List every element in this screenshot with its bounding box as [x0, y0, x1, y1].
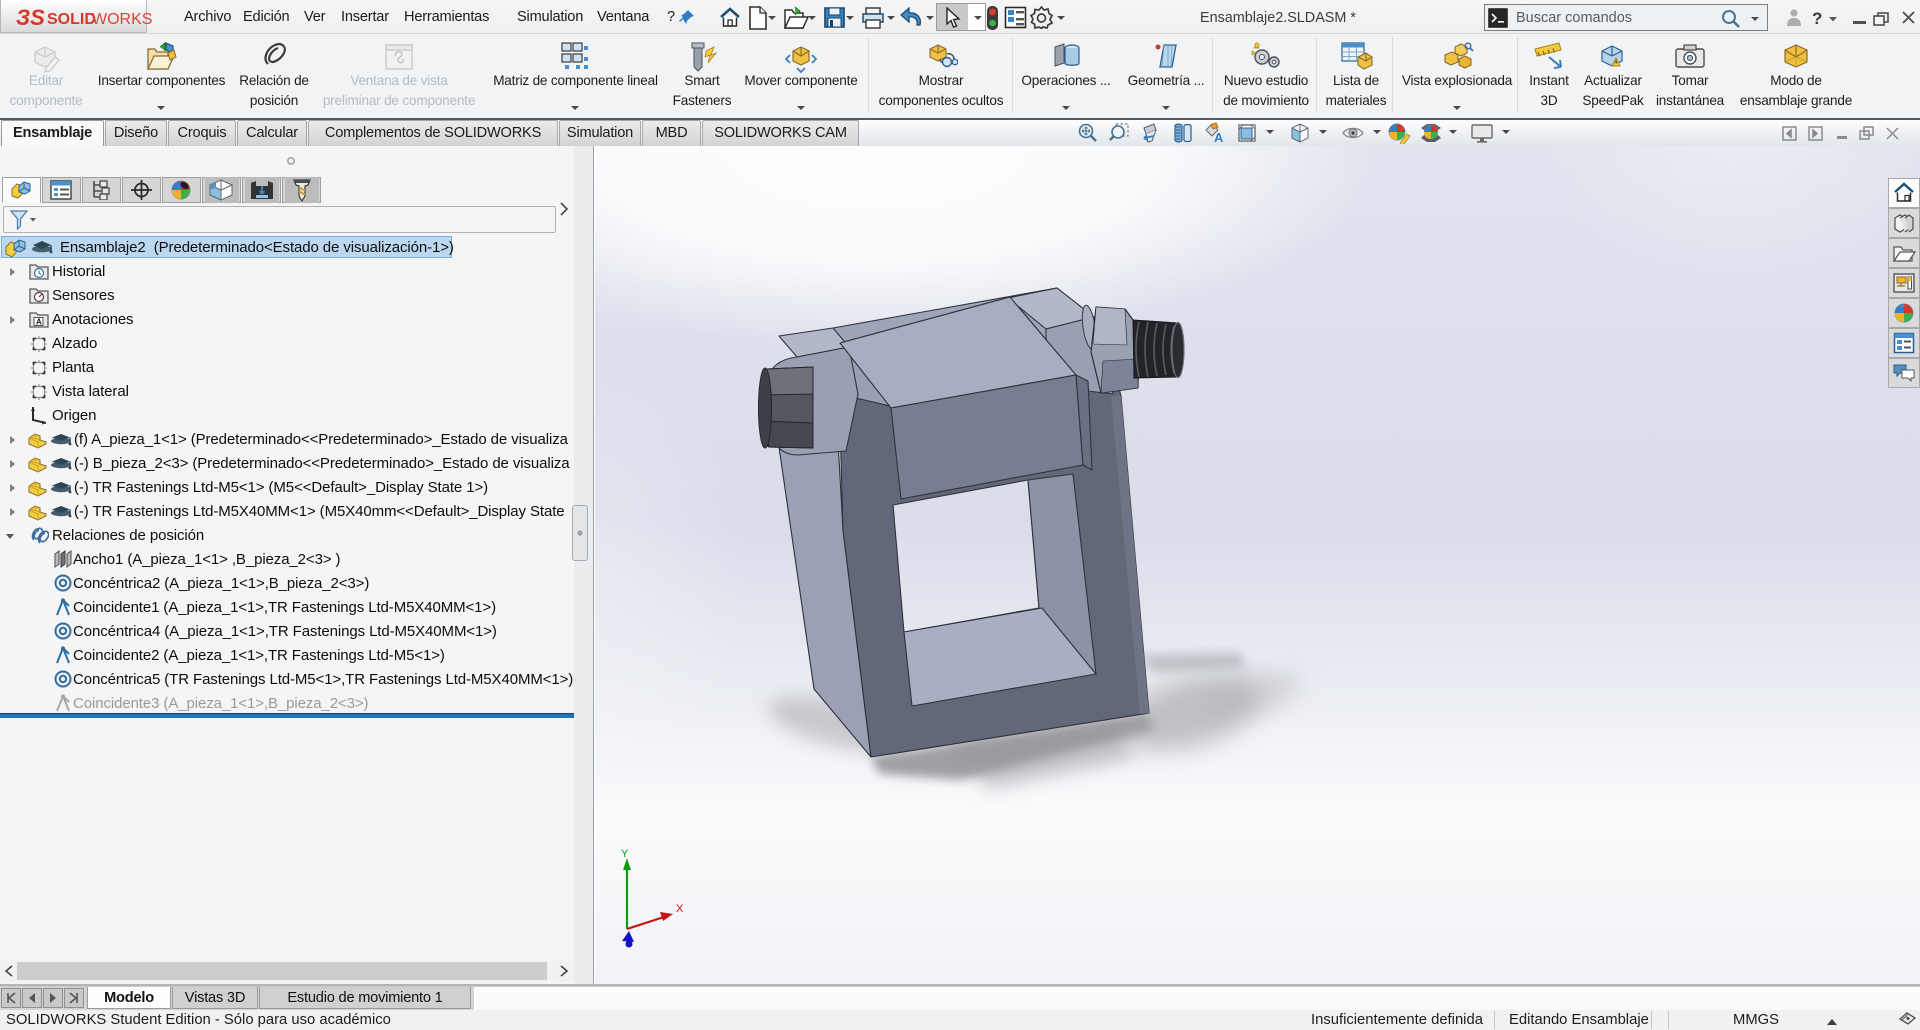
- svg-text:A: A: [1214, 130, 1224, 144]
- svg-text:A: A: [36, 318, 42, 327]
- svg-text:Y: Y: [621, 848, 629, 860]
- svg-text:X: X: [676, 903, 684, 915]
- svg-text:ЗS: ЗS: [16, 5, 45, 30]
- svg-text:WORKS: WORKS: [92, 11, 152, 28]
- svg-text:SOLID: SOLID: [47, 11, 96, 28]
- svg-text:?: ?: [1812, 9, 1822, 28]
